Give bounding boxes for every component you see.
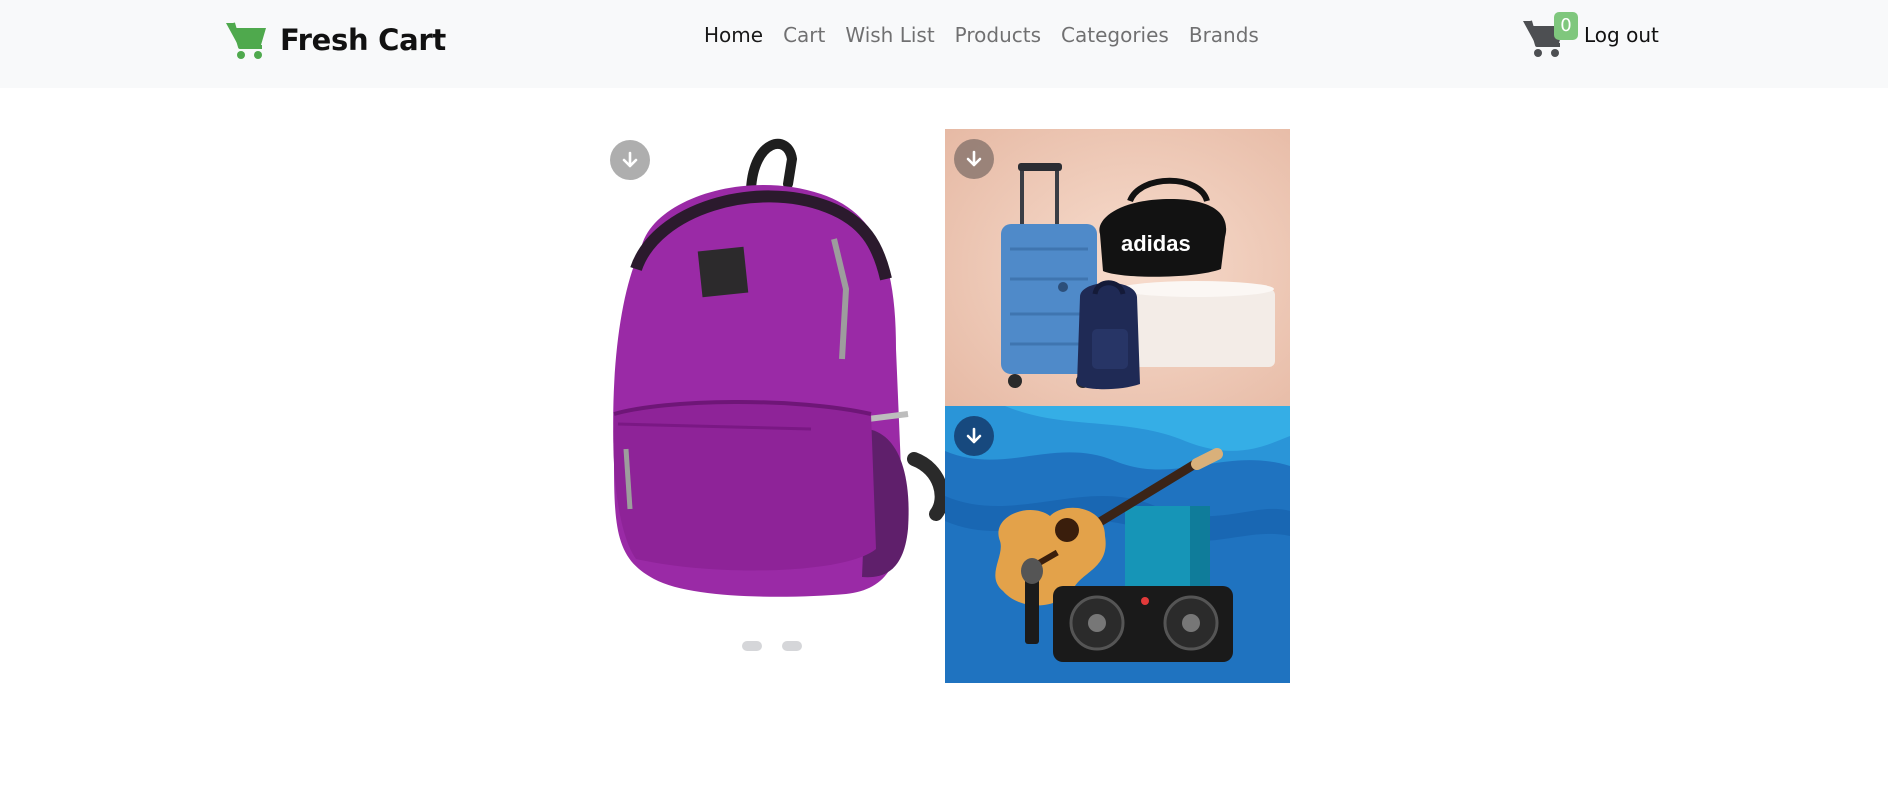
music-banner[interactable] — [945, 406, 1290, 683]
navbar: Fresh Cart Home Cart Wish List Products … — [0, 0, 1888, 88]
luggage-image: adidas — [945, 129, 1290, 406]
nav-home[interactable]: Home — [704, 23, 763, 47]
guitar-image — [945, 406, 1290, 683]
cart-button[interactable]: 0 — [1522, 10, 1578, 60]
nav-brands[interactable]: Brands — [1189, 23, 1259, 47]
brand-logo-link[interactable]: Fresh Cart — [224, 18, 446, 62]
arrow-down-icon — [966, 427, 982, 444]
nav-products[interactable]: Products — [955, 23, 1041, 47]
cart-icon — [224, 20, 268, 60]
slider-dot-1[interactable] — [742, 641, 762, 651]
download-button-banner-bottom[interactable] — [954, 416, 994, 456]
nav-wish-list[interactable]: Wish List — [845, 23, 934, 47]
arrow-down-icon — [622, 151, 638, 168]
arrow-down-icon — [966, 150, 982, 167]
logout-link[interactable]: Log out — [1584, 23, 1659, 47]
cart-count-badge: 0 — [1554, 12, 1578, 40]
slider-dots — [742, 641, 802, 651]
adidas-logo-text: adidas — [1121, 231, 1191, 256]
nav-categories[interactable]: Categories — [1061, 23, 1169, 47]
nav-actions: 0 Log out — [1522, 8, 1659, 62]
luggage-banner[interactable]: adidas — [945, 129, 1290, 406]
download-button-banner-top[interactable] — [954, 139, 994, 179]
brand-name: Fresh Cart — [280, 23, 446, 57]
slider-dot-2[interactable] — [782, 641, 802, 651]
backpack-image — [596, 129, 945, 629]
main-nav: Home Cart Wish List Products Categories … — [704, 20, 1259, 50]
main-slider[interactable] — [596, 129, 945, 683]
download-button[interactable] — [610, 140, 650, 180]
nav-cart[interactable]: Cart — [783, 23, 825, 47]
